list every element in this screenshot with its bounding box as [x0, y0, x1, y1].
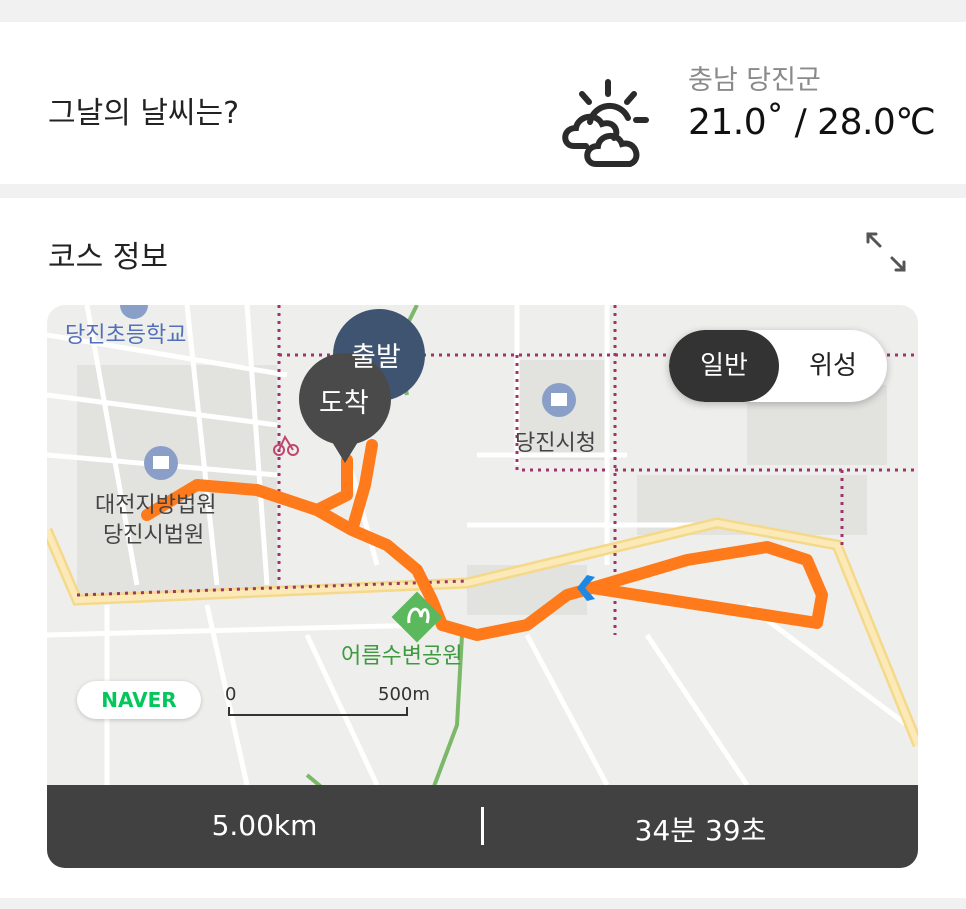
scale-end-label: 500m	[378, 684, 430, 705]
map-type-toggle[interactable]: 일반 위성	[669, 330, 887, 402]
course-card: 코스 정보 당진초등학교 당진시청 대전지방법원 당진시법원 어름수변공원 출발…	[0, 198, 966, 898]
map-label-city-hall: 당진시청	[515, 431, 596, 456]
course-map[interactable]: 당진초등학교 당진시청 대전지방법원 당진시법원 어름수변공원 출발 도착 일반…	[47, 305, 918, 868]
map-type-satellite-button[interactable]: 위성	[779, 330, 887, 402]
map-label-park: 어름수변공원	[341, 644, 463, 669]
weather-location: 충남 당진군	[688, 65, 821, 96]
course-title: 코스 정보	[48, 240, 168, 275]
expand-icon[interactable]	[864, 230, 908, 274]
course-stats-bar: 5.00km 34분 39초	[47, 785, 918, 868]
cityhall-building-icon	[542, 383, 576, 417]
course-duration: 34분 39초	[634, 814, 767, 847]
bicycle-icon	[273, 434, 299, 456]
map-label-court-line2: 당진시법원	[103, 523, 205, 548]
course-distance: 5.00km	[211, 809, 318, 842]
scale-bar	[228, 707, 408, 716]
scale-start-label: 0	[225, 684, 237, 705]
naver-logo[interactable]: NAVER	[77, 681, 201, 719]
partly-cloudy-icon	[562, 79, 649, 167]
map-type-normal-button[interactable]: 일반	[669, 330, 779, 402]
map-label-school: 당진초등학교	[65, 323, 187, 348]
map-label-court-line1: 대전지방법원	[95, 493, 217, 518]
weather-title: 그날의 날씨는?	[48, 96, 240, 131]
start-marker-label: 출발	[351, 342, 401, 373]
weather-card: 그날의 날씨는? 충남 당진군 21.0˚ / 28.0℃	[0, 22, 966, 184]
finish-marker-label: 도착	[319, 388, 369, 419]
weather-temperature: 21.0˚ / 28.0℃	[688, 102, 936, 143]
court-building-icon	[144, 446, 178, 480]
